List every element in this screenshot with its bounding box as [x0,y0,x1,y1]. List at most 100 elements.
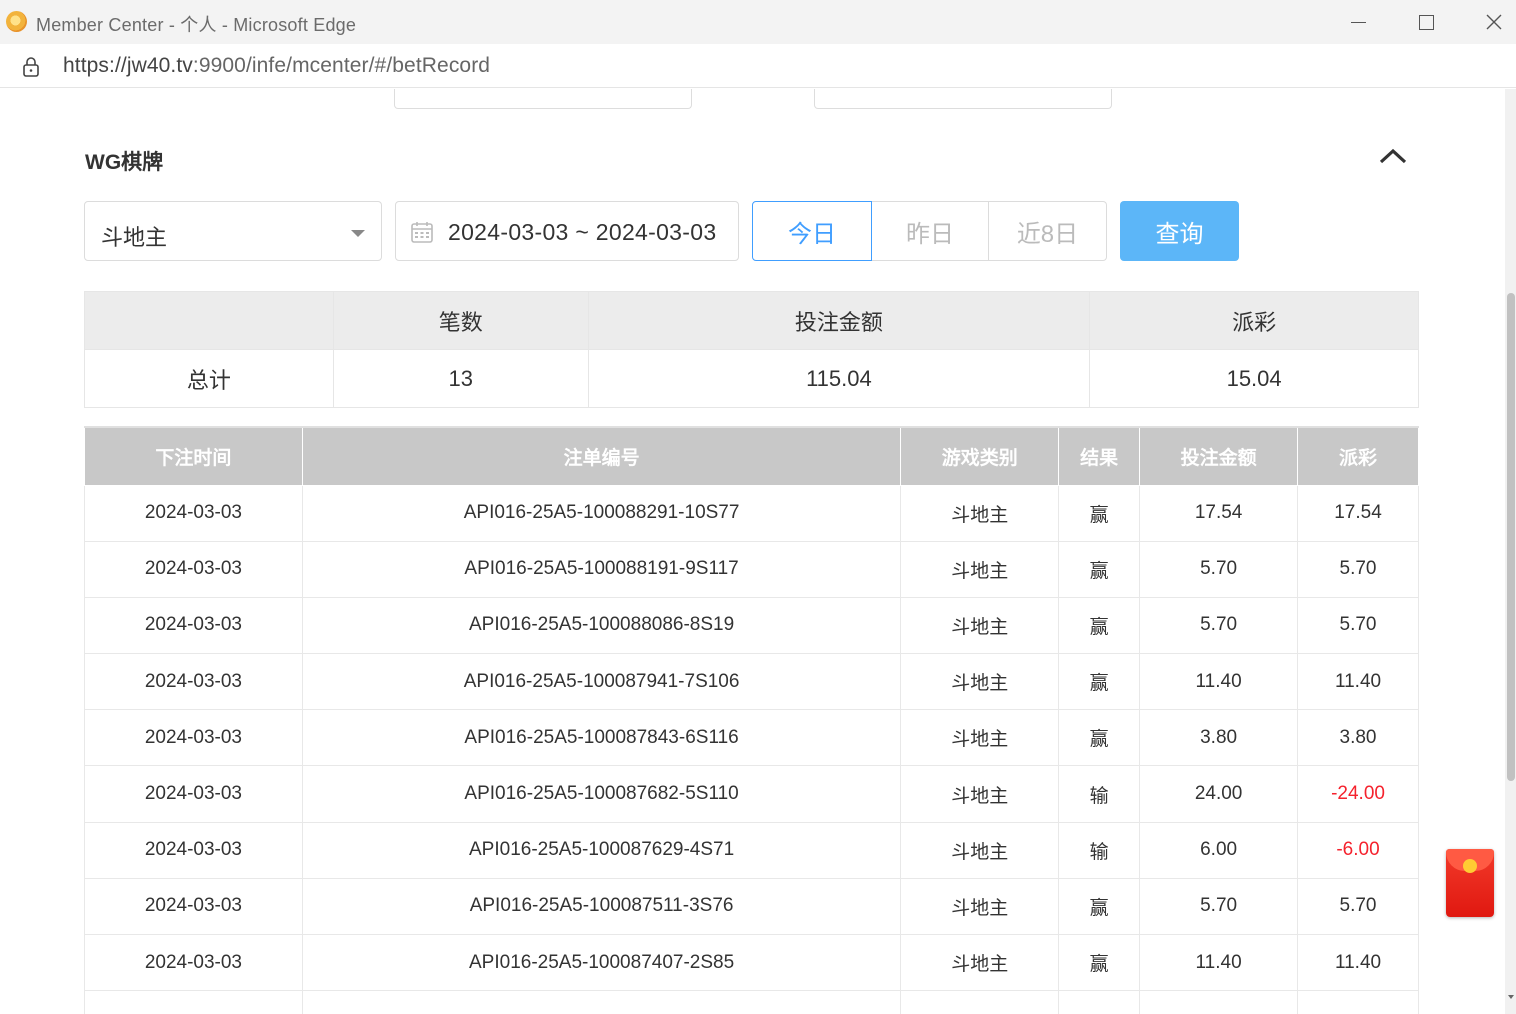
table-cell: 斗地主 [900,484,1060,542]
table-row: 2024-03-03 API016-25A5-100088191-9S117 斗地主… [84,540,1419,598]
page-content: WG棋牌 斗地主 2024-03-03 ~ 2024-03-03 今日 昨日 近… [0,89,1505,1014]
table-cell: 2024-03-03 [84,877,303,936]
table-cell: 赢 [1058,484,1141,542]
table-row: 2024-03-03 API016-25A5-100087407-2S85 斗地主赢… [84,933,1419,992]
table-cell: API016-25A5-100087941-7S106 [301,653,902,711]
table-cell: 斗地主 [900,765,1060,823]
table-cell: -24.00 [1297,765,1419,823]
table-cell: 3.80 [1139,709,1299,767]
table-cell: 11.40 [1297,933,1419,992]
table-cell: API016-25A5-100087511-3S76 [301,877,902,936]
table-cell: 2024-03-03 [84,933,303,992]
filter-input-partial[interactable] [814,89,1112,109]
close-button[interactable] [1460,0,1516,44]
table-cell: 输 [1058,821,1141,879]
address-bar[interactable]: https://jw40.tv:9900/infe/mcenter/#/betR… [0,44,1516,88]
caret-down-icon [351,230,365,237]
summary-header: 笔数 [332,291,589,350]
table-cell: 17.54 [1297,484,1419,542]
close-icon [1486,14,1502,30]
table-cell: 斗地主 [900,877,1060,936]
quick-date-group: 今日 昨日 近8日 [752,201,1107,261]
table-cell: API016-25A5-100087843-6S116 [301,709,902,767]
table-cell: 5.70 [1139,596,1299,655]
table-cell: 赢 [1058,933,1141,992]
date-range-value: 2024-03-03 ~ 2024-03-03 [448,219,717,245]
query-button[interactable]: 查询 [1120,201,1239,261]
table-cell: 赢 [1058,709,1141,767]
table-cell: API016-25A5-100087407-2S85 [301,933,902,992]
table-cell: 5.70 [1297,877,1419,936]
table-cell: API016-25A5-100088086-8S19 [301,596,902,655]
summary-header-row: 笔数 投注金额 派彩 [84,291,1419,350]
table-cell: 斗地主 [900,596,1060,655]
column-header: 注单编号 [301,426,902,486]
table-cell: 2024-03-03 [84,484,303,542]
yesterday-button[interactable]: 昨日 [872,201,989,261]
table-cell: 11.40 [1139,653,1299,711]
column-header: 游戏类别 [900,426,1060,486]
page-scrollbar[interactable] [1505,89,1516,1014]
table-row: 2024-03-03 API016-25A5-100087629-4S71 斗地主输… [84,821,1419,879]
table-cell [1139,990,1299,1014]
records-header-row: 下注时间 注单编号 游戏类别 结果 投注金额 派彩 [84,426,1419,486]
summary-header [84,291,334,350]
table-cell: 5.70 [1297,540,1419,598]
column-header: 派彩 [1297,426,1419,486]
scroll-down-arrow-icon[interactable] [1508,995,1514,999]
table-cell: 赢 [1058,540,1141,598]
table-cell: 2024-03-03 [84,653,303,711]
minimize-icon [1350,21,1366,23]
table-cell: API016-25A5-100087682-5S110 [301,765,902,823]
game-select[interactable]: 斗地主 [84,201,382,261]
summary-cell: 115.04 [587,349,1091,408]
maximize-icon [1418,14,1434,30]
table-cell: 斗地主 [900,933,1060,992]
table-cell: 斗地主 [900,709,1060,767]
minimize-button[interactable] [1324,0,1392,44]
app-logo-icon [6,11,27,32]
table-cell: 2024-03-03 [84,709,303,767]
url-text[interactable]: https://jw40.tv:9900/infe/mcenter/#/betR… [63,54,490,78]
column-header: 投注金额 [1139,426,1299,486]
red-packet-icon[interactable] [1446,849,1494,917]
table-cell: API016-25A5-100088291-10S77 [301,484,902,542]
today-button[interactable]: 今日 [752,201,872,261]
date-range-picker[interactable]: 2024-03-03 ~ 2024-03-03 [395,201,739,261]
table-cell: -6.00 [1297,821,1419,879]
table-cell: 11.40 [1139,933,1299,992]
bet-records-table: 下注时间 注单编号 游戏类别 结果 投注金额 派彩 2024-03-03 API0… [84,426,1419,1014]
table-cell: 2024-03-03 [84,596,303,655]
summary-cell: 总计 [84,349,334,408]
table-cell [900,990,1060,1014]
column-header: 结果 [1058,426,1141,486]
table-cell: 5.70 [1139,877,1299,936]
table-cell [301,990,902,1014]
table-cell: 6.00 [1139,821,1299,879]
last-8-days-button[interactable]: 近8日 [989,201,1107,261]
scrollbar-thumb[interactable] [1507,293,1515,781]
filter-input-partial[interactable] [394,89,692,109]
window-title: Member Center - 个人 - Microsoft Edge [36,15,357,35]
summary-total-row: 总计 13 115.04 15.04 [84,349,1419,408]
table-cell [1297,990,1419,1014]
table-cell: 斗地主 [900,821,1060,879]
table-cell: 赢 [1058,596,1141,655]
table-cell: 24.00 [1139,765,1299,823]
table-cell: 赢 [1058,653,1141,711]
table-cell: 赢 [1058,877,1141,936]
table-cell: 斗地主 [900,653,1060,711]
table-cell: API016-25A5-100087629-4S71 [301,821,902,879]
table-row [84,990,1419,1014]
table-cell: API016-25A5-100088191-9S117 [301,540,902,598]
coin-icon [1463,859,1477,873]
lock-icon[interactable] [21,56,41,78]
chevron-up-icon[interactable] [1378,145,1408,167]
table-row: 2024-03-03 API016-25A5-100087941-7S106 斗地主… [84,653,1419,711]
calendar-icon [411,222,433,243]
maximize-button[interactable] [1392,0,1460,44]
table-cell: 2024-03-03 [84,765,303,823]
table-row: 2024-03-03 API016-25A5-100087843-6S116 斗地主… [84,709,1419,767]
table-cell: 5.70 [1139,540,1299,598]
table-cell [1058,990,1141,1014]
